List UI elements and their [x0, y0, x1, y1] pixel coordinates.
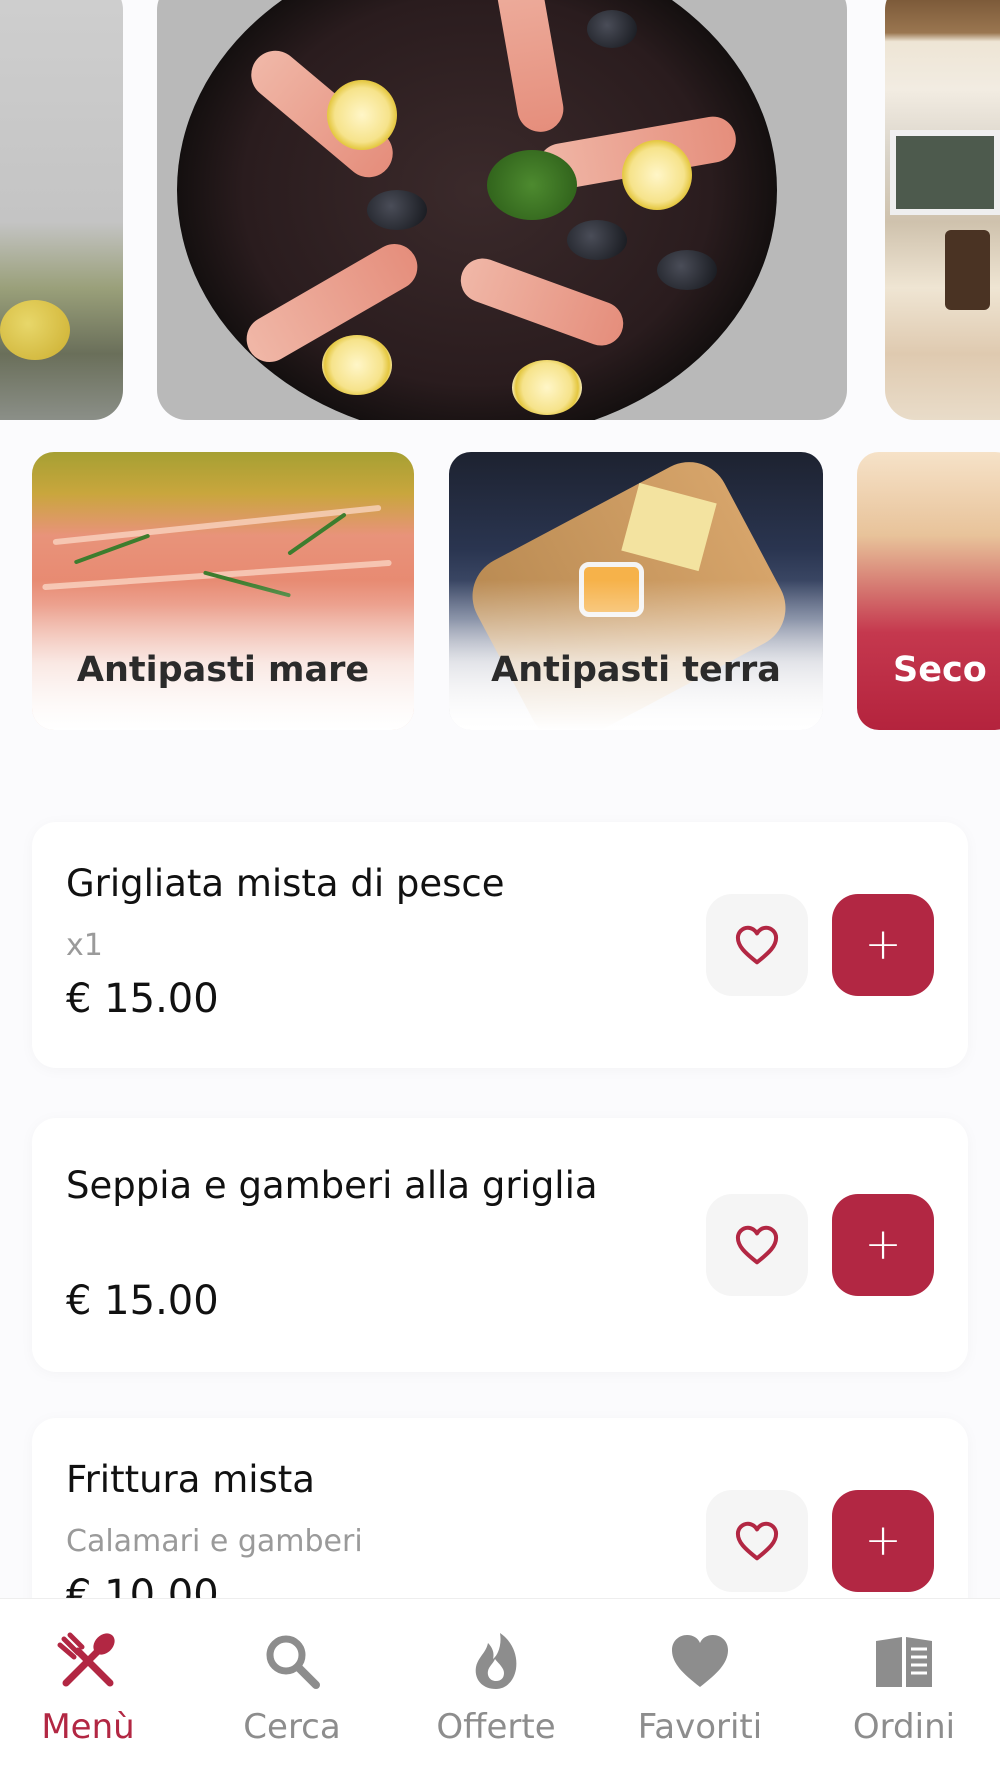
- add-to-cart-button[interactable]: +: [832, 1194, 934, 1296]
- hero-slide-paella-image[interactable]: [157, 0, 847, 420]
- cutlery-icon: [57, 1632, 115, 1687]
- bottom-navigation-bar: Menù Cerca Offerte Favoriti Ordini: [0, 1598, 1000, 1778]
- favorite-button[interactable]: [706, 1490, 808, 1592]
- lemon-slice: [512, 360, 582, 415]
- product-price: € 15.00: [66, 976, 219, 1022]
- nav-item-menu[interactable]: Menù: [0, 1599, 188, 1778]
- plus-icon: +: [864, 1219, 902, 1270]
- nav-label: Ordini: [852, 1707, 956, 1747]
- product-name: Seppia e gamberi alla griglia: [66, 1164, 598, 1207]
- add-to-cart-button[interactable]: +: [832, 1490, 934, 1592]
- add-to-cart-button[interactable]: +: [832, 894, 934, 996]
- nav-item-orders[interactable]: Ordini: [804, 1599, 1000, 1778]
- lemon-slice: [322, 335, 392, 395]
- nav-item-offers[interactable]: Offerte: [396, 1599, 596, 1778]
- mussel: [587, 10, 637, 48]
- nav-label: Cerca: [243, 1707, 341, 1747]
- category-card-antipasti-mare[interactable]: Antipasti mare: [32, 452, 414, 730]
- parsley: [487, 150, 577, 220]
- heart-icon: [672, 1635, 728, 1687]
- nav-item-search[interactable]: Cerca: [192, 1599, 392, 1778]
- nav-label: Menù: [41, 1707, 135, 1747]
- product-name: Frittura mista: [66, 1458, 315, 1501]
- mussel: [367, 190, 427, 230]
- product-price: € 15.00: [66, 1278, 219, 1324]
- product-quantity: x1: [66, 928, 103, 963]
- nav-item-favorites[interactable]: Favoriti: [600, 1599, 800, 1778]
- mussel: [657, 250, 717, 290]
- flame-icon: [475, 1633, 517, 1689]
- mussel: [567, 220, 627, 260]
- plus-icon: +: [864, 1515, 902, 1566]
- book-icon: [876, 1637, 932, 1687]
- nav-label: Offerte: [436, 1707, 556, 1747]
- lemon-slice: [622, 140, 692, 210]
- heart-outline-icon: [735, 1521, 779, 1561]
- category-label: Seco: [893, 650, 987, 690]
- favorite-button[interactable]: [706, 894, 808, 996]
- heart-outline-icon: [735, 925, 779, 965]
- hero-carousel[interactable]: [0, 0, 1000, 420]
- product-name: Grigliata mista di pesce: [66, 862, 505, 905]
- lemon-slice: [327, 80, 397, 150]
- hero-slide-previous[interactable]: [0, 0, 123, 420]
- product-description: Calamari e gamberi: [66, 1524, 363, 1559]
- nav-label: Favoriti: [637, 1707, 763, 1747]
- lemon-decoration: [0, 300, 70, 360]
- plus-icon: +: [864, 919, 902, 970]
- product-card[interactable]: Grigliata mista di pesce x1 € 15.00 +: [32, 822, 968, 1068]
- search-icon: [266, 1635, 320, 1689]
- product-card[interactable]: Seppia e gamberi alla griglia € 15.00 +: [32, 1118, 968, 1372]
- favorite-button[interactable]: [706, 1194, 808, 1296]
- category-card-antipasti-terra[interactable]: Antipasti terra: [449, 452, 823, 730]
- hero-slide-next[interactable]: [885, 0, 1000, 420]
- heart-outline-icon: [735, 1225, 779, 1265]
- restaurant-window: [890, 130, 1000, 215]
- restaurant-chair: [945, 230, 990, 310]
- category-card-secondi[interactable]: Seco: [857, 452, 1000, 730]
- category-label: Antipasti mare: [76, 650, 370, 690]
- category-label: Antipasti terra: [491, 650, 781, 690]
